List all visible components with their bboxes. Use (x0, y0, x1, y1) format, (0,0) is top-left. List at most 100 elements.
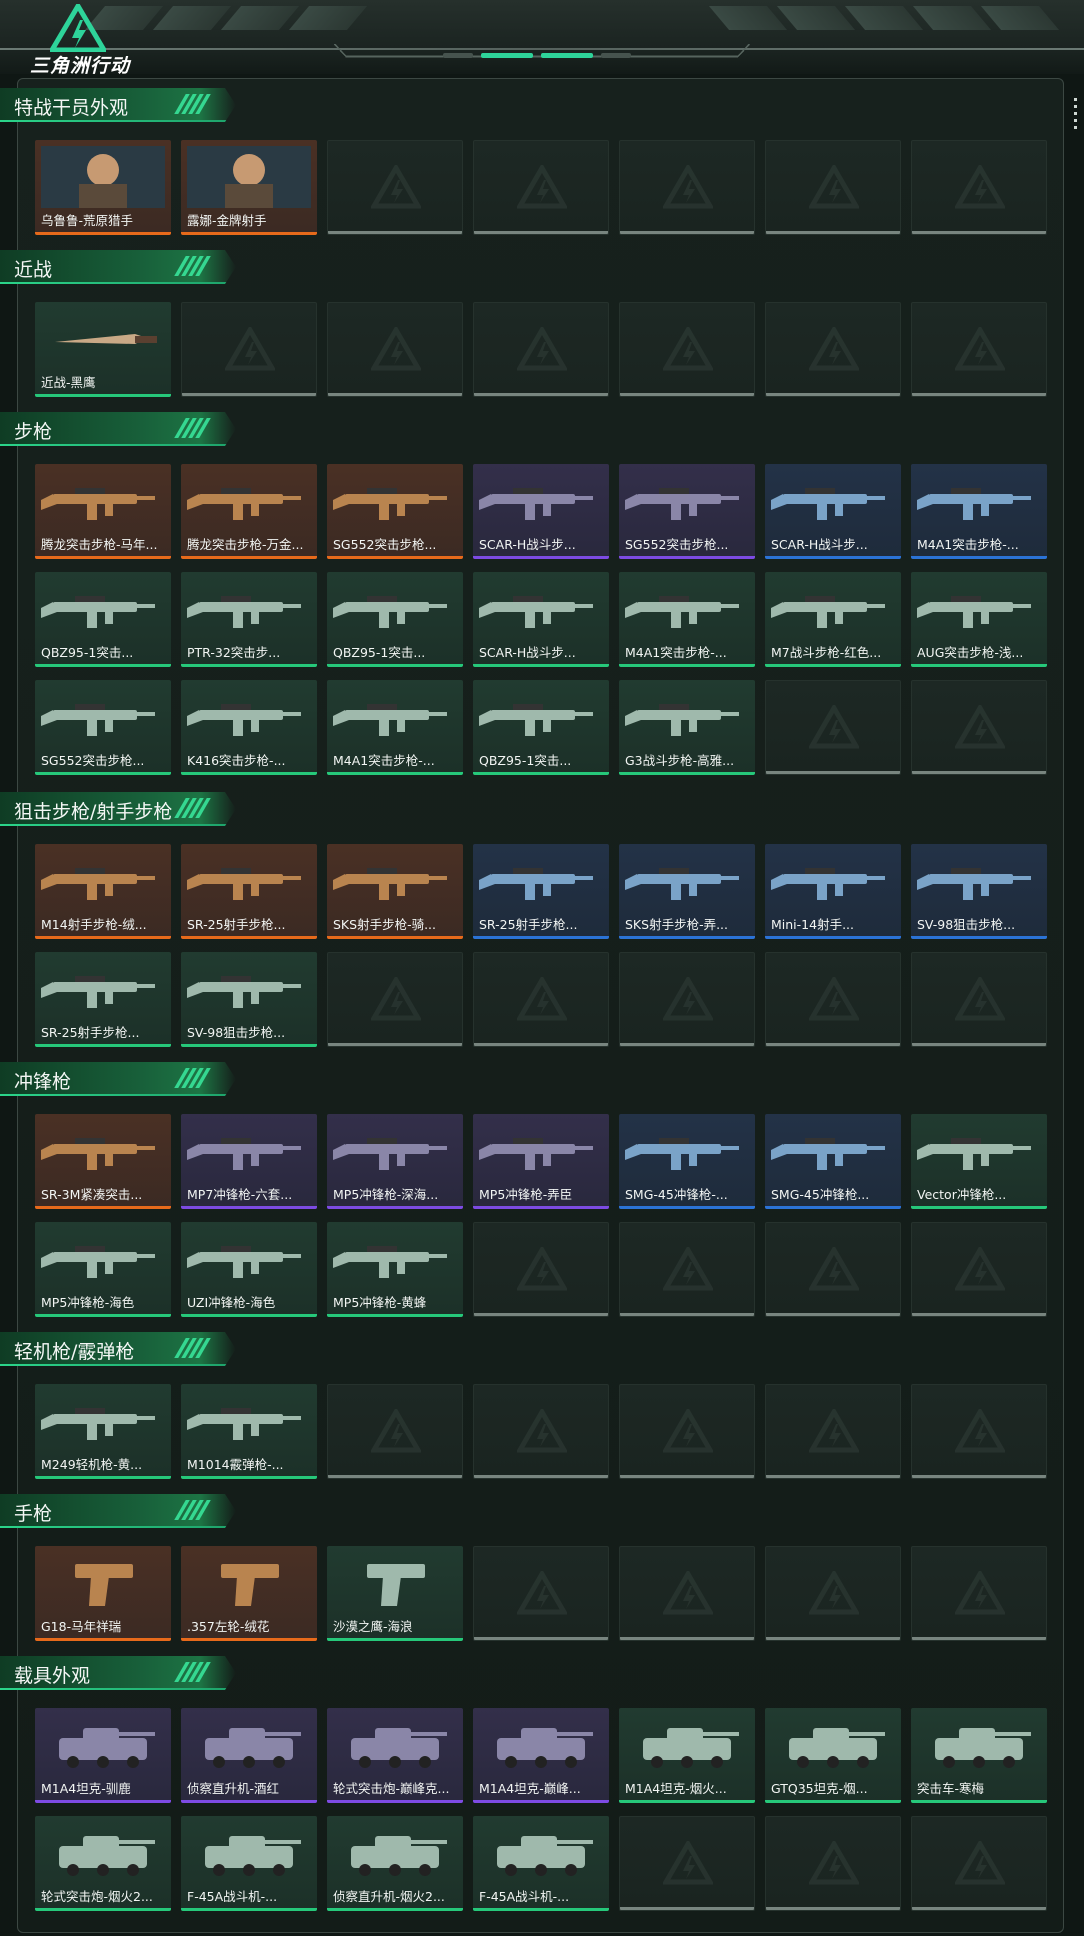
item-tile[interactable]: 侦察直升机-烟火2... (327, 1816, 463, 1911)
item-tile[interactable]: M1A4坦克-烟火... (619, 1708, 755, 1803)
delta-watermark-icon (809, 1841, 859, 1885)
item-tile[interactable]: 沙漠之鹰-海浪 (327, 1546, 463, 1641)
gun-icon (479, 596, 593, 628)
item-tile[interactable]: M249轻机枪-黄... (35, 1384, 171, 1479)
item-tile[interactable]: 腾龙突击步枪-万金... (181, 464, 317, 559)
delta-watermark-icon (517, 165, 567, 209)
item-tile[interactable]: MP5冲锋枪-弄臣 (473, 1114, 609, 1209)
item-label: M7战斗步枪-红色... (771, 645, 882, 660)
gun-icon (187, 976, 301, 1008)
item-tile[interactable]: MP5冲锋枪-海色 (35, 1222, 171, 1317)
item-tile[interactable]: SMG-45冲锋枪-... (619, 1114, 755, 1209)
empty-slot (473, 1546, 609, 1641)
item-tile[interactable]: GTQ35坦克-烟... (765, 1708, 901, 1803)
item-tile[interactable]: SR-25射手步枪... (473, 844, 609, 939)
item-label: M1A4坦克-烟火... (625, 1781, 727, 1796)
item-tile[interactable]: M4A1突击步枪-... (619, 572, 755, 667)
rarity-bar (327, 936, 463, 939)
item-tile[interactable]: SG552突击步枪... (619, 464, 755, 559)
item-tile[interactable]: MP5冲锋枪-深海... (327, 1114, 463, 1209)
item-tile[interactable]: SV-98狙击步枪... (181, 952, 317, 1047)
item-label: M14射手步枪-绒... (41, 917, 147, 932)
item-label: 腾龙突击步枪-万金... (187, 537, 304, 552)
item-tile[interactable]: UZI冲锋枪-海色 (181, 1222, 317, 1317)
item-tile[interactable]: F-45A战斗机-... (181, 1816, 317, 1911)
rarity-bar (35, 772, 171, 775)
delta-watermark-icon (809, 1247, 859, 1291)
item-label: 露娜-金牌射手 (187, 213, 267, 228)
knife-icon (55, 334, 157, 344)
item-label: SCAR-H战斗步... (479, 537, 576, 552)
vehicle-icon (643, 1728, 739, 1768)
item-tile[interactable]: SG552突击步枪... (35, 680, 171, 775)
empty-slot (473, 1222, 609, 1317)
section-title: 载具外观 (14, 1665, 91, 1687)
pistol-icon (75, 1564, 133, 1606)
item-tile[interactable]: SMG-45冲锋枪... (765, 1114, 901, 1209)
rarity-bar (765, 664, 901, 667)
item-tile[interactable]: SKS射手步枪-骑... (327, 844, 463, 939)
item-tile[interactable]: SR-3M紧凑突击... (35, 1114, 171, 1209)
item-tile[interactable]: 侦察直升机-酒红 (181, 1708, 317, 1803)
empty-slot (765, 1816, 901, 1911)
item-tile[interactable]: 腾龙突击步枪-马年... (35, 464, 171, 559)
item-tile[interactable]: M4A1突击步枪-... (911, 464, 1047, 559)
item-tile[interactable]: 露娜-金牌射手 (181, 140, 317, 235)
item-tile[interactable]: SKS射手步枪-弄... (619, 844, 755, 939)
rarity-bar (35, 556, 171, 559)
item-label: SG552突击步枪... (333, 537, 437, 552)
item-label: M249轻机枪-黄... (41, 1457, 143, 1472)
section-header: 手枪 (0, 1494, 236, 1528)
item-tile[interactable]: 突击车-寒梅 (911, 1708, 1047, 1803)
item-tile[interactable]: SV-98狙击步枪... (911, 844, 1047, 939)
vehicle-icon (351, 1836, 447, 1876)
item-tile[interactable]: M1A4坦克-巅峰... (473, 1708, 609, 1803)
item-label: 近战-黑鹰 (41, 375, 96, 390)
delta-watermark-icon (517, 327, 567, 371)
item-tile[interactable]: M1014霰弹枪-... (181, 1384, 317, 1479)
item-tile[interactable]: SR-25射手步枪... (181, 844, 317, 939)
gun-icon (187, 1246, 301, 1278)
item-tile[interactable]: 轮式突击炮-巅峰克... (327, 1708, 463, 1803)
empty-slot (765, 1546, 901, 1641)
rarity-bar (35, 394, 171, 397)
item-tile[interactable]: MP5冲锋枪-黄蜂 (327, 1222, 463, 1317)
item-tile[interactable]: 乌鲁鲁-荒原猎手 (35, 140, 171, 235)
item-tile[interactable]: MP7冲锋枪-六套... (181, 1114, 317, 1209)
item-tile[interactable]: SR-25射手步枪... (35, 952, 171, 1047)
rarity-bar (911, 1206, 1047, 1209)
rarity-bar (473, 1908, 609, 1911)
item-tile[interactable]: SCAR-H战斗步... (473, 464, 609, 559)
rarity-bar (181, 1314, 317, 1317)
empty-slot (911, 1222, 1047, 1317)
empty-slot (765, 302, 901, 397)
item-tile[interactable]: F-45A战斗机-... (473, 1816, 609, 1911)
item-tile[interactable]: Vector冲锋枪... (911, 1114, 1047, 1209)
rarity-bar (911, 664, 1047, 667)
item-tile[interactable]: G3战斗步枪-高雅... (619, 680, 755, 775)
empty-slot (911, 1546, 1047, 1641)
item-tile[interactable]: 近战-黑鹰 (35, 302, 171, 397)
item-tile[interactable]: PTR-32突击步... (181, 572, 317, 667)
item-tile[interactable]: SCAR-H战斗步... (473, 572, 609, 667)
item-tile[interactable]: G18-马年祥瑞 (35, 1546, 171, 1641)
item-tile[interactable]: Mini-14射手... (765, 844, 901, 939)
header-decoration-right (708, 6, 1060, 32)
item-tile[interactable]: .357左轮-绒花 (181, 1546, 317, 1641)
item-tile[interactable]: QBZ95-1突击... (35, 572, 171, 667)
more-menu-icon[interactable] (1074, 98, 1078, 133)
item-tile[interactable]: SG552突击步枪... (327, 464, 463, 559)
item-tile[interactable]: K416突击步枪-... (181, 680, 317, 775)
item-tile[interactable]: AUG突击步枪-浅... (911, 572, 1047, 667)
rarity-bar (35, 1314, 171, 1317)
item-tile[interactable]: M7战斗步枪-红色... (765, 572, 901, 667)
empty-slot (619, 302, 755, 397)
item-tile[interactable]: M14射手步枪-绒... (35, 844, 171, 939)
item-tile[interactable]: 轮式突击炮-烟火2... (35, 1816, 171, 1911)
item-tile[interactable]: QBZ95-1突击... (473, 680, 609, 775)
rarity-bar (619, 664, 755, 667)
item-tile[interactable]: M4A1突击步枪-... (327, 680, 463, 775)
item-tile[interactable]: SCAR-H战斗步... (765, 464, 901, 559)
item-tile[interactable]: M1A4坦克-驯鹿 (35, 1708, 171, 1803)
item-tile[interactable]: QBZ95-1突击... (327, 572, 463, 667)
